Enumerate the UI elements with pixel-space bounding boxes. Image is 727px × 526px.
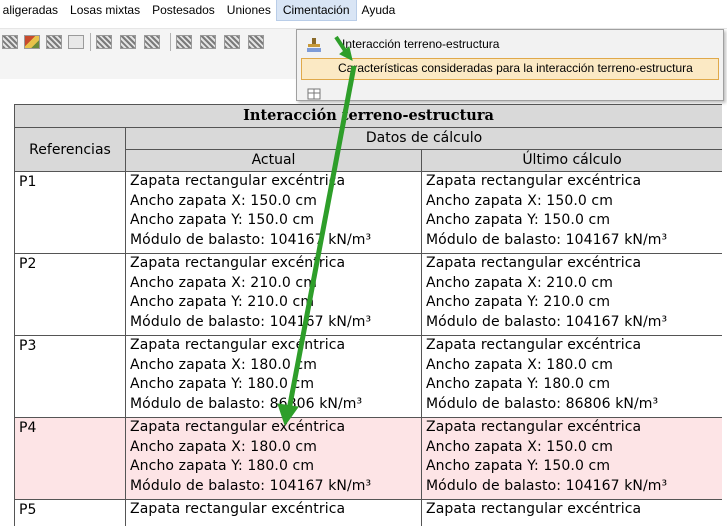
toolbar-mesh-icon[interactable]	[144, 35, 160, 49]
cell-line: Módulo de balasto: 86806 kN/m³	[426, 395, 659, 412]
table-icon	[307, 88, 321, 100]
cell-line: Ancho zapata X: 150.0 cm	[426, 438, 613, 455]
last-calc-cell: Zapata rectangular excéntrica Ancho zapa…	[420, 335, 722, 418]
cell-line: Ancho zapata X: 180.0 cm	[130, 356, 317, 373]
last-calc-cell: Zapata rectangular excéntrica	[420, 499, 722, 526]
group-header-calc-data: Datos de cálculo	[124, 127, 722, 150]
cell-line: Ancho zapata X: 180.0 cm	[426, 356, 613, 373]
cell-line: Módulo de balasto: 104167 kN/m³	[130, 313, 372, 330]
cell-line: Zapata rectangular excéntrica	[130, 419, 346, 435]
toolbar-reinforcement-icon[interactable]	[200, 35, 216, 49]
cell-line: Ancho zapata Y: 180.0 cm	[426, 376, 611, 392]
table-row: P1 Zapata rectangular excéntrica Ancho z…	[14, 171, 722, 254]
menu-cimentacion[interactable]: Cimentación	[275, 0, 357, 21]
table-row: P2 Zapata rectangular excéntrica Ancho z…	[14, 253, 722, 336]
actual-cell: Zapata rectangular excéntrica Ancho zapa…	[125, 253, 422, 336]
toolbar-line-icon[interactable]	[68, 35, 84, 49]
cell-line: Ancho zapata Y: 150.0 cm	[130, 212, 315, 228]
menu-item-interaccion[interactable]: Interacción terreno-estructura	[297, 33, 723, 57]
cimentacion-dropdown: Interacción terreno-estructura Caracterí…	[296, 29, 724, 101]
cell-line: Ancho zapata X: 150.0 cm	[130, 192, 317, 209]
toolbar-mesh-icon[interactable]	[120, 35, 136, 49]
toolbar-mesh-icon[interactable]	[96, 35, 112, 49]
cell-line: Módulo de balasto: 104167 kN/m³	[130, 231, 372, 248]
menu-ayuda[interactable]: Ayuda	[356, 0, 402, 20]
cell-line: Módulo de balasto: 104167 kN/m³	[426, 477, 668, 494]
cell-line: Módulo de balasto: 104167 kN/m³	[426, 313, 668, 330]
cell-line: Ancho zapata Y: 180.0 cm	[130, 376, 315, 392]
menu-uniones[interactable]: Uniones	[221, 0, 277, 20]
reference-cell: P3	[14, 335, 126, 418]
cell-line: Módulo de balasto: 104167 kN/m³	[130, 477, 372, 494]
table-row: P5 Zapata rectangular excéntrica Zapata …	[14, 499, 722, 526]
report-panel: Interacción terreno-estructura Referenci…	[14, 104, 722, 526]
cell-line: Zapata rectangular excéntrica	[130, 501, 346, 517]
menu-postesados[interactable]: Postesados	[146, 0, 221, 20]
actual-cell: Zapata rectangular excéntrica	[125, 499, 422, 526]
cell-line: Zapata rectangular excéntrica	[426, 501, 642, 517]
cell-line: Zapata rectangular excéntrica	[130, 255, 346, 271]
cell-line: Ancho zapata Y: 210.0 cm	[426, 294, 611, 310]
cell-line: Ancho zapata X: 210.0 cm	[130, 274, 317, 291]
column-header-references: Referencias	[14, 127, 126, 172]
table-row-highlighted: P4 Zapata rectangular excéntrica Ancho z…	[14, 417, 722, 500]
toolbar-reinforcement-icon[interactable]	[248, 35, 264, 49]
interaction-table: Interacción terreno-estructura Referenci…	[14, 104, 722, 526]
reference-cell: P2	[14, 253, 126, 336]
cell-line: Zapata rectangular excéntrica	[130, 337, 346, 353]
actual-cell: Zapata rectangular excéntrica Ancho zapa…	[125, 335, 422, 418]
last-calc-cell: Zapata rectangular excéntrica Ancho zapa…	[420, 171, 722, 254]
reference-cell: P4	[14, 417, 126, 500]
table-row: P3 Zapata rectangular excéntrica Ancho z…	[14, 335, 722, 418]
column-header-last: Último cálculo	[420, 149, 722, 172]
cell-line: Ancho zapata X: 180.0 cm	[130, 438, 317, 455]
last-calc-cell: Zapata rectangular excéntrica Ancho zapa…	[420, 253, 722, 336]
table-title: Interacción terreno-estructura	[14, 104, 722, 128]
menu-item-partial[interactable]	[297, 84, 723, 100]
cell-line: Ancho zapata Y: 150.0 cm	[426, 212, 611, 228]
actual-cell: Zapata rectangular excéntrica Ancho zapa…	[125, 171, 422, 254]
cell-line: Ancho zapata Y: 210.0 cm	[130, 294, 315, 310]
cell-line: Ancho zapata X: 150.0 cm	[426, 192, 613, 209]
actual-cell: Zapata rectangular excéntrica Ancho zapa…	[125, 417, 422, 500]
menu-losas-mixtas[interactable]: Losas mixtas	[64, 0, 146, 20]
menu-item-label: Interacción terreno-estructura	[342, 37, 500, 51]
cell-line: Zapata rectangular excéntrica	[426, 255, 642, 271]
cell-line: Módulo de balasto: 104167 kN/m³	[426, 231, 668, 248]
menu-losas-aligeradas[interactable]: ; aligeradas	[0, 0, 64, 20]
toolbar-separator	[90, 33, 91, 51]
cell-line: Ancho zapata X: 210.0 cm	[426, 274, 613, 291]
last-calc-cell: Zapata rectangular excéntrica Ancho zapa…	[420, 417, 722, 500]
cell-line: Módulo de balasto: 86806 kN/m³	[130, 395, 363, 412]
column-header-actual: Actual	[125, 149, 422, 172]
toolbar-grid-icon[interactable]	[2, 35, 18, 49]
reference-cell: P5	[14, 499, 126, 526]
reference-cell: P1	[14, 171, 126, 254]
toolbar-beam-icon[interactable]	[24, 35, 40, 49]
cell-line: Zapata rectangular excéntrica	[426, 419, 642, 435]
cell-line: Ancho zapata Y: 180.0 cm	[130, 458, 315, 474]
cell-line: Zapata rectangular excéntrica	[426, 337, 642, 353]
menu-item-caracteristicas[interactable]: Características consideradas para la int…	[297, 58, 723, 82]
menu-bar: ; aligeradas Losas mixtas Postesados Uni…	[0, 0, 727, 29]
toolbar-reinforcement-icon[interactable]	[176, 35, 192, 49]
cell-line: Zapata rectangular excéntrica	[130, 173, 346, 189]
toolbar-slab-icon[interactable]	[46, 35, 62, 49]
toolbar-reinforcement-icon[interactable]	[224, 35, 240, 49]
cell-line: Ancho zapata Y: 150.0 cm	[426, 458, 611, 474]
soil-structure-icon	[307, 38, 321, 52]
toolbar-separator	[170, 33, 171, 51]
cell-line: Zapata rectangular excéntrica	[426, 173, 642, 189]
menu-item-label: Características consideradas para la int…	[338, 61, 693, 75]
